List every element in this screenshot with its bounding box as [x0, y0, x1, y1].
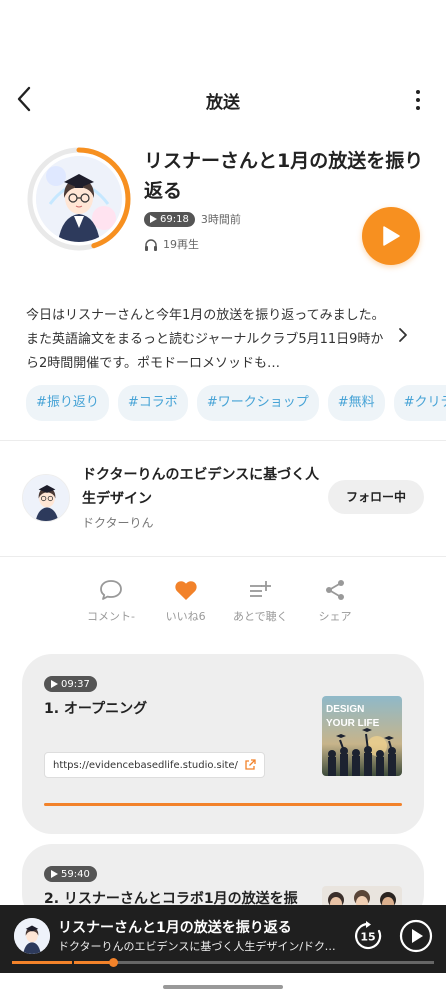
like-button[interactable]: いいね6 [153, 578, 219, 624]
playback-progress-bar[interactable] [12, 958, 434, 967]
skip-label: 15 [360, 931, 375, 944]
thumb-text-1: DESIGN [326, 704, 364, 715]
top-nav-bar: 放送 [0, 78, 446, 120]
comment-icon [100, 580, 122, 600]
cover-illustration [36, 156, 122, 242]
channel-avatar[interactable] [22, 474, 70, 522]
listen-later-button[interactable]: あとで聴く [227, 578, 293, 624]
episode-cover [26, 146, 132, 252]
chapter-time-badge[interactable]: 09:37 [44, 676, 97, 692]
chapter-card[interactable]: 09:37 1. オープニング DESIGN YOUR LIFE https:/… [22, 654, 424, 834]
play-circle-icon [399, 919, 433, 953]
episode-meta: 69:18 3時間前 [144, 211, 241, 227]
play-small-icon [51, 870, 58, 878]
graduation-photo-icon: DESIGN YOUR LIFE [322, 696, 402, 776]
external-link-icon [245, 759, 256, 770]
tag-chip[interactable]: #無料 [327, 385, 385, 421]
episode-title: リスナーさんと1月の放送を振り返る [144, 150, 424, 202]
dot-icon [416, 98, 420, 102]
tag-chip[interactable]: #コラボ [117, 385, 188, 421]
listen-later-label: あとで聴く [232, 610, 288, 623]
play-icon [383, 226, 400, 246]
tag-chip[interactable]: #ワークショップ [196, 385, 319, 421]
skip-15-button[interactable]: 15 [352, 920, 384, 952]
chapter-time: 59:40 [61, 868, 90, 880]
action-bar: コメント- いいね6 あとで聴く シェア [78, 578, 368, 624]
chapter-link-url: https://evidencebasedlife.studio.site/ [53, 759, 238, 771]
add-to-queue-icon [250, 581, 272, 597]
more-options-button[interactable] [408, 86, 428, 114]
page-title: 放送 [206, 93, 240, 113]
posted-time: 3時間前 [200, 213, 241, 226]
tag-chip[interactable]: #振り返り [26, 385, 109, 421]
mini-player-artwork [14, 918, 50, 954]
follow-button[interactable]: フォロー中 [328, 480, 424, 514]
avatar-illustration-icon [36, 156, 122, 242]
heart-icon [175, 581, 197, 600]
dot-icon [416, 90, 420, 94]
mini-player-subtitle: ドクターりんのエビデンスに基づく人生デザイン/ドクターりん [58, 940, 344, 953]
playback-progress-fill [12, 961, 114, 964]
divider [0, 556, 446, 557]
play-small-icon [51, 680, 58, 688]
chapter-time: 09:37 [61, 678, 90, 690]
channel-name[interactable]: ドクターりんのエビデンスに基づく人生デザイン [82, 463, 322, 511]
home-indicator[interactable] [163, 985, 283, 989]
chevron-right-icon[interactable] [398, 327, 408, 343]
duration-text: 69:18 [160, 213, 189, 225]
episode-description[interactable]: 今日はリスナーさんと今年1月の放送を振り返ってみました。また英語論文をまるっと読… [26, 304, 386, 376]
play-button[interactable] [362, 207, 420, 265]
play-count: 19再生 [144, 236, 199, 252]
dot-icon [416, 106, 420, 110]
playback-scrubber-handle[interactable] [109, 958, 119, 967]
chapter-link[interactable]: https://evidencebasedlife.studio.site/ [44, 752, 265, 778]
share-button[interactable]: シェア [302, 578, 368, 624]
comment-label: コメント- [87, 610, 135, 623]
system-home-area [0, 973, 446, 1000]
comment-button[interactable]: コメント- [78, 578, 144, 624]
divider [0, 440, 446, 441]
like-label: いいね6 [165, 610, 206, 623]
tag-list: #振り返り #コラボ #ワークショップ #無料 #クリティ [0, 380, 446, 426]
mini-play-button[interactable] [399, 919, 433, 953]
share-icon [325, 580, 344, 600]
avatar-illustration-icon [23, 475, 69, 521]
duration-badge: 69:18 [144, 211, 195, 227]
play-small-icon [150, 215, 157, 223]
chapter-thumbnail: DESIGN YOUR LIFE [322, 696, 402, 776]
play-count-text: 19再生 [163, 238, 199, 251]
thumb-text-2: YOUR LIFE [326, 718, 380, 729]
chapter-marker [72, 960, 74, 965]
headphones-icon [145, 238, 157, 251]
channel-host[interactable]: ドクターりん [82, 514, 154, 531]
chapter-title: 1. オープニング [44, 701, 148, 717]
tag-row: #振り返り #コラボ #ワークショップ #無料 #クリティ [26, 385, 446, 421]
share-label: シェア [318, 610, 352, 623]
tag-chip[interactable]: #クリティ [393, 385, 446, 421]
skip-forward-15-icon: 15 [355, 921, 382, 950]
mini-player-title: リスナーさんと1月の放送を振り返る [58, 920, 292, 936]
chapter-progress-bar [44, 803, 402, 806]
chapter-time-badge[interactable]: 59:40 [44, 866, 97, 882]
mini-player[interactable]: リスナーさんと1月の放送を振り返る ドクターりんのエビデンスに基づく人生デザイン… [0, 905, 446, 973]
avatar-illustration-icon [14, 918, 50, 954]
